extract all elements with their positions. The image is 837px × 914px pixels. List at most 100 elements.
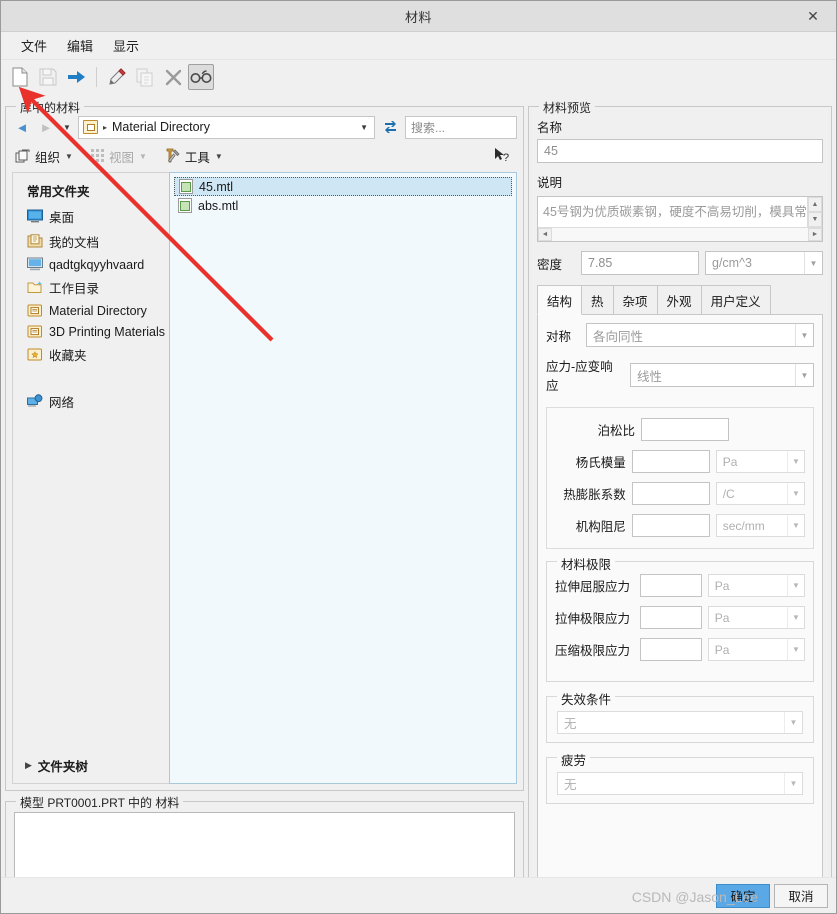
help-cursor-icon[interactable]: ? [494,147,511,166]
place-label: Material Directory [49,303,147,318]
glasses-icon[interactable] [188,64,214,90]
menu-edit[interactable]: 编辑 [57,32,103,59]
x-delete-icon[interactable] [160,64,186,90]
chevron-down-icon: ▼ [784,712,802,733]
title-bar: 材料 ✕ [1,1,836,32]
copy-icon[interactable] [132,64,158,90]
property-tabs: 结构 热 杂项 外观 用户定义 [537,285,823,315]
model-materials-title: 模型 PRT0001.PRT 中的 材料 [16,794,184,811]
fatigue-select[interactable]: 无 ▼ [557,772,803,795]
compressive-ultimate-stress-label: 压缩极限应力 [555,644,631,658]
tensile-yield-stress-row: 拉伸屈服应力 Pa ▼ [555,574,805,597]
description-horizontal-scrollbar[interactable]: ◄ ► [538,227,822,241]
thermal-expansion-input[interactable] [631,482,710,505]
place-my-documents[interactable]: 我的文档 [13,229,169,254]
symmetry-row: 对称 各向同性 ▼ [546,323,814,347]
compressive-ultimate-stress-row: 压缩极限应力 Pa ▼ [555,638,805,661]
refresh-icon[interactable] [379,116,401,139]
cancel-button[interactable]: 取消 [774,883,828,908]
scrollbar-track[interactable] [552,228,808,241]
list-item[interactable]: abs.mtl [174,196,512,215]
tensile-ultimate-stress-input[interactable] [640,606,702,629]
dialog-body: 库中的材料 ◄ ► ▼ ▸ Material Directory ▼ 搜索...… [1,94,836,913]
place-3d-printing-materials[interactable]: 3D Printing Materials [13,321,169,342]
description-vertical-scrollbar[interactable]: ▲ ▼ [807,197,822,227]
view-menu[interactable]: 视图 ▼ [88,145,150,168]
poisson-ratio-input[interactable] [641,418,729,441]
place-desktop[interactable]: 桌面 [13,204,169,229]
density-field[interactable]: 7.85 [581,251,699,275]
tensile-yield-stress-unit-select[interactable]: Pa ▼ [707,574,805,597]
save-icon[interactable] [35,64,61,90]
failure-condition-select[interactable]: 无 ▼ [557,711,803,734]
forward-arrow-icon[interactable]: ► [36,117,56,138]
new-file-icon[interactable] [7,64,33,90]
place-network[interactable]: 网络 [13,389,169,414]
tab-panel-structure: 对称 各向同性 ▼ 应力-应变响应 线性 ▼ 泊松比 杨氏模量 Pa ▼ 热膨胀… [537,314,823,913]
organize-menu[interactable]: 组织 ▼ [12,145,76,168]
compressive-ultimate-stress-input[interactable] [640,638,702,661]
library-pane: 库中的材料 ◄ ► ▼ ▸ Material Directory ▼ 搜索...… [1,94,528,913]
network-icon [27,394,43,409]
youngs-modulus-input[interactable] [631,450,710,473]
close-icon[interactable]: ✕ [794,1,832,31]
failure-condition-title: 失效条件 [557,689,616,708]
folder-tree-expander[interactable]: ▶ 文件夹树 [13,750,169,783]
tensile-yield-stress-input[interactable] [640,574,702,597]
file-list[interactable]: 45.mtl abs.mtl [169,172,517,784]
scroll-left-icon[interactable]: ◄ [538,228,552,241]
tensile-ultimate-stress-label: 拉伸极限应力 [555,612,631,626]
scroll-right-icon[interactable]: ► [808,228,822,241]
address-chevron-down-icon[interactable]: ▼ [360,123,370,132]
menu-file[interactable]: 文件 [11,32,57,59]
symmetry-select[interactable]: 各向同性 ▼ [586,323,814,347]
place-material-directory[interactable]: Material Directory [13,300,169,321]
place-favorites[interactable]: 收藏夹 [13,342,169,367]
description-row: 45号钢为优质碳素钢，硬度不高易切削，模具常用做 ▲ ▼ [538,197,822,227]
places-sidebar: 常用文件夹 桌面 我的文档 qadtgkqyyhvaard 工作目录 Mater… [12,172,169,784]
mechanism-damping-unit-select[interactable]: sec/mm ▼ [715,514,805,537]
place-computer[interactable]: qadtgkqyyhvaard [13,254,169,275]
poisson-ratio-label: 泊松比 [597,424,635,438]
desktop-icon [27,209,43,224]
toolbar [1,60,836,94]
places-spacer [13,367,169,389]
organize-icon [15,149,30,162]
scroll-down-icon[interactable]: ▼ [808,212,822,227]
ok-button[interactable]: 确定 [716,883,770,908]
dialog-footer: 确定 取消 [1,877,836,913]
stress-strain-select[interactable]: 线性 ▼ [630,363,814,387]
mechanical-properties-group: 泊松比 杨氏模量 Pa ▼ 热膨胀系数 /C ▼ 机构阻尼 sec/mm ▼ [546,407,814,549]
back-arrow-icon[interactable]: ◄ [12,117,32,138]
address-bar[interactable]: ▸ Material Directory ▼ [78,115,375,139]
scroll-up-icon[interactable]: ▲ [808,197,822,212]
tab-appearance[interactable]: 外观 [656,285,702,314]
tools-menu[interactable]: 工具 ▼ [162,145,226,168]
tab-thermal[interactable]: 热 [581,285,614,314]
thermal-expansion-unit-select[interactable]: /C ▼ [715,482,805,505]
tab-misc[interactable]: 杂项 [612,285,658,314]
pencil-icon[interactable] [104,64,130,90]
stress-strain-row: 应力-应变响应 线性 ▼ [546,356,814,394]
tab-structure[interactable]: 结构 [537,285,583,315]
place-label: qadtgkqyyhvaard [49,257,145,272]
place-working-directory[interactable]: 工作目录 [13,275,169,300]
fatigue-group: 疲劳 无 ▼ [546,750,814,804]
symmetry-value: 各向同性 [593,329,644,344]
history-chevron-down-icon[interactable]: ▼ [60,117,74,138]
tab-user-defined[interactable]: 用户定义 [700,285,771,314]
mechanism-damping-input[interactable] [631,514,710,537]
youngs-modulus-unit-select[interactable]: Pa ▼ [715,450,805,473]
organize-label: 组织 [35,150,61,165]
material-preview-body: 名称 45 说明 45号钢为优质碳素钢，硬度不高易切削，模具常用做 ▲ ▼ ◄ [529,107,831,913]
list-item[interactable]: 45.mtl [174,177,512,196]
unit-value: Pa [714,642,730,657]
compressive-ultimate-stress-unit-select[interactable]: Pa ▼ [707,638,805,661]
search-input[interactable]: 搜索... [405,115,517,139]
tensile-ultimate-stress-unit-select[interactable]: Pa ▼ [707,606,805,629]
name-field[interactable]: 45 [537,139,823,163]
blue-right-arrow-icon[interactable] [63,64,89,90]
menu-display[interactable]: 显示 [103,32,149,59]
density-unit-select[interactable]: g/cm^3 ▼ [705,251,823,275]
description-field[interactable]: 45号钢为优质碳素钢，硬度不高易切削，模具常用做 ▲ ▼ ◄ ► [537,196,823,242]
